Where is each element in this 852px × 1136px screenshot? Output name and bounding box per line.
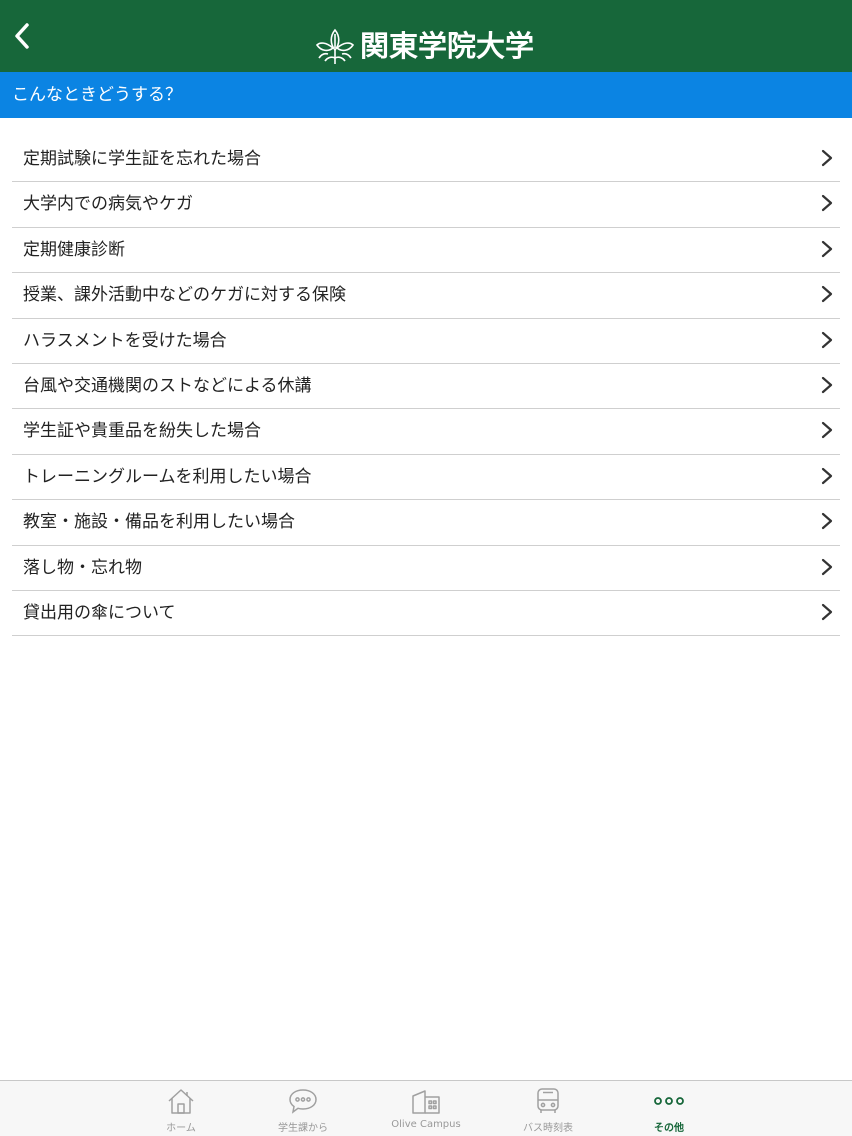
menu-item-illness-injury-campus[interactable]: 大学内での病気やケガ [12,182,840,228]
menu-item-health-checkup[interactable]: 定期健康診断 [12,228,840,274]
more-dots-icon [654,1097,684,1105]
chevron-right-icon [821,422,833,439]
menu-item-label: 定期健康診断 [23,239,125,260]
menu-item-label: 学生証や貴重品を紛失した場合 [23,421,261,442]
chevron-right-icon [821,558,833,575]
faq-menu-list: 定期試験に学生証を忘れた場合 大学内での病気やケガ 定期健康診断 授業、課外活動… [12,137,840,637]
chevron-right-icon [821,195,833,212]
olive-leaf-logo-icon [315,28,355,64]
menu-item-label: トレーニングルームを利用したい場合 [23,466,312,487]
chevron-right-icon [821,240,833,257]
tab-label: ホーム [166,1123,196,1134]
tab-label: Olive Campus [391,1119,461,1130]
menu-item-umbrella-loan[interactable]: 貸出用の傘について [12,591,840,637]
menu-item-training-room[interactable]: トレーニングルームを利用したい場合 [12,455,840,501]
university-brand: 関東学院大学 [314,26,534,66]
app-title: 関東学院大学 [360,29,535,63]
menu-item-label: 授業、課外活動中などのケガに対する保険 [23,285,346,306]
menu-item-class-cancellation[interactable]: 台風や交通機関のストなどによる休講 [12,364,840,410]
tab-student-affairs[interactable]: 学生課から [243,1081,363,1136]
tab-label: その他 [654,1123,684,1134]
menu-item-lost-and-found[interactable]: 落し物・忘れ物 [12,546,840,591]
tab-label: バス時刻表 [523,1123,573,1134]
menu-item-lost-valuables[interactable]: 学生証や貴重品を紛失した場合 [12,409,840,455]
chat-bubble-icon [289,1089,317,1114]
tab-more[interactable]: その他 [609,1081,729,1136]
menu-item-label: 大学内での病気やケガ [23,194,193,215]
menu-item-injury-insurance[interactable]: 授業、課外活動中などのケガに対する保険 [12,273,840,319]
home-icon [168,1089,194,1114]
menu-item-label: 定期試験に学生証を忘れた場合 [23,149,261,169]
menu-item-facility-use[interactable]: 教室・施設・備品を利用したい場合 [12,500,840,546]
app-screen: 関東学院大学 こんなときどうする？ 定期試験に学生証を忘れた場合 大学内での病気… [0,0,852,1136]
chevron-left-icon [15,23,29,49]
bus-icon [537,1088,559,1113]
chevron-right-icon [821,376,833,394]
navigation-bar: 関東学院大学 [0,0,852,72]
chevron-right-icon [821,286,833,303]
menu-item-label: 貸出用の傘について [23,602,176,623]
bottom-tab-bar: ホーム 学生課から Olive Campus バス時刻表 その他 [0,1080,852,1136]
menu-item-forgot-student-id-exam[interactable]: 定期試験に学生証を忘れた場合 [12,137,840,183]
building-icon [412,1090,440,1114]
menu-item-label: 台風や交通機関のストなどによる休講 [23,375,312,396]
section-header: こんなときどうする？ [0,72,852,118]
chevron-right-icon [821,603,833,621]
menu-item-label: ハラスメントを受けた場合 [23,330,227,351]
tab-home[interactable]: ホーム [121,1081,241,1136]
tab-olive-campus[interactable]: Olive Campus [366,1081,486,1136]
section-title: こんなときどうする？ [12,85,182,105]
tab-bus-timetable[interactable]: バス時刻表 [488,1081,608,1136]
chevron-right-icon [821,513,833,530]
chevron-right-icon [821,149,833,167]
back-button[interactable] [6,22,38,72]
menu-item-label: 落し物・忘れ物 [23,557,142,578]
chevron-right-icon [821,331,833,348]
menu-item-harassment[interactable]: ハラスメントを受けた場合 [12,319,840,364]
tab-label: 学生課から [278,1123,328,1134]
chevron-right-icon [821,467,833,484]
menu-item-label: 教室・施設・備品を利用したい場合 [23,512,295,533]
